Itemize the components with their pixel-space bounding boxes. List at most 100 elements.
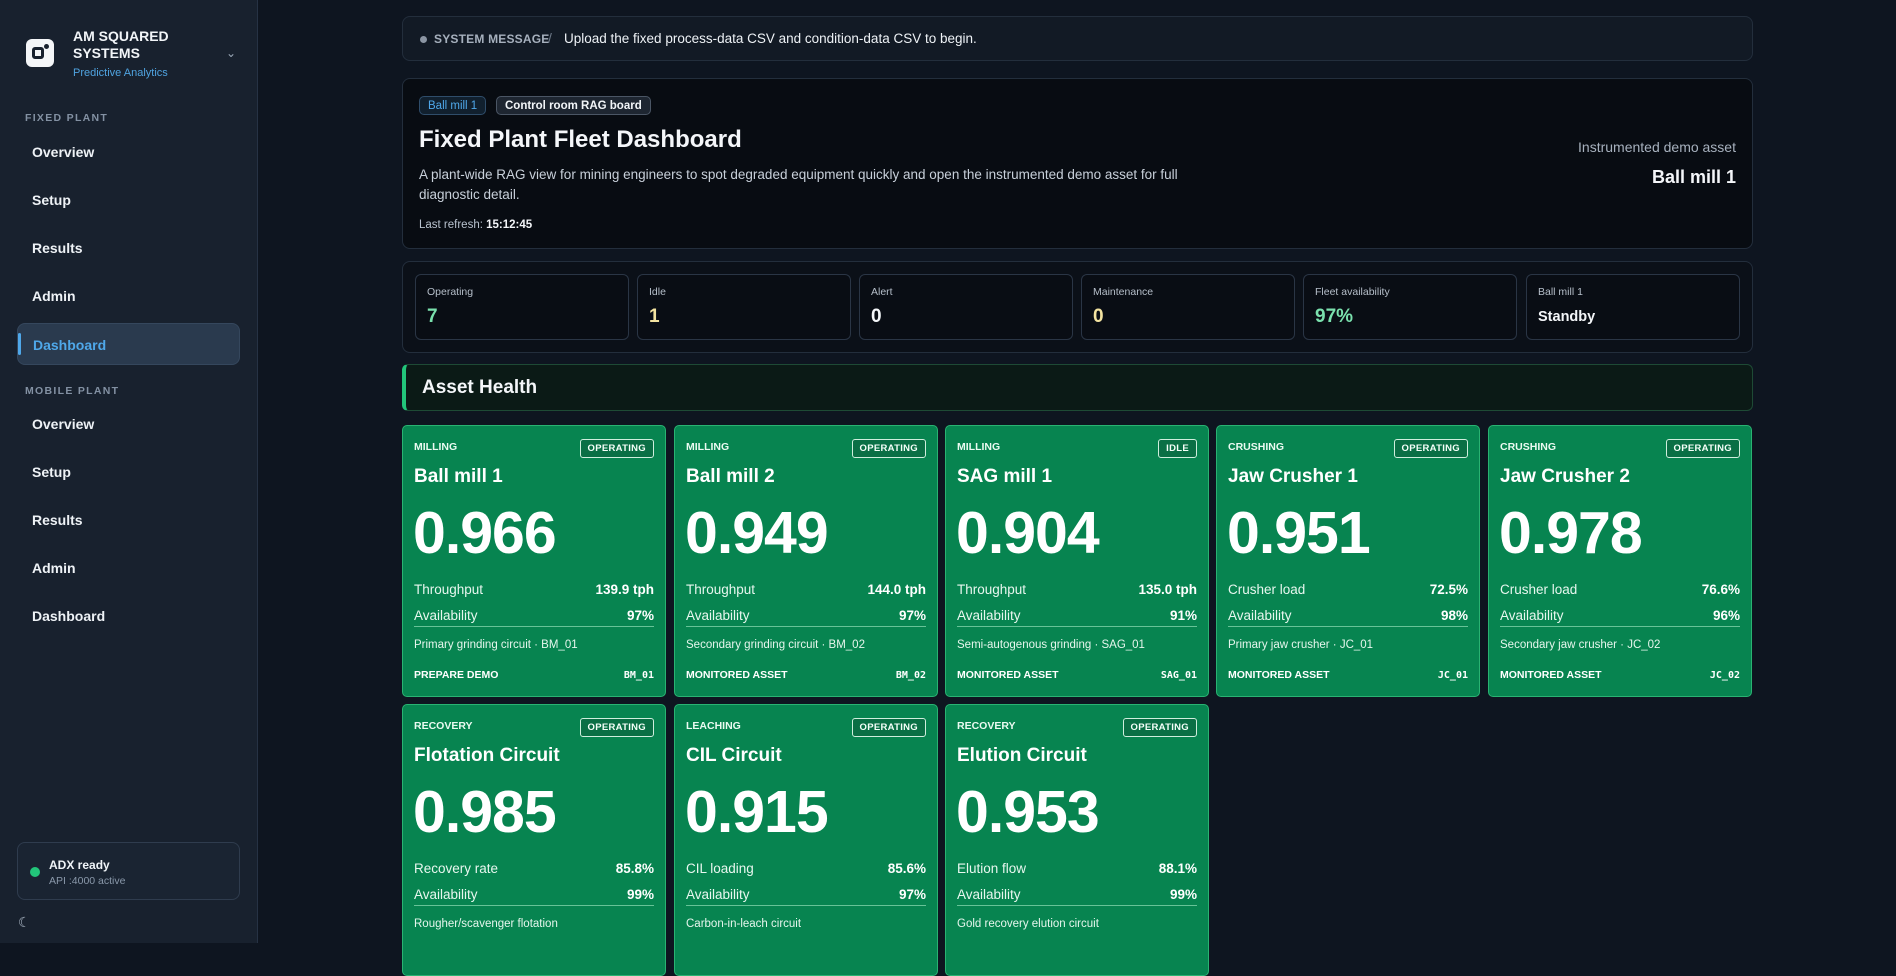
monitored-asset-label: MONITORED ASSET <box>957 669 1059 681</box>
metric-label: Throughput <box>686 582 756 597</box>
moon-icon[interactable]: ☾ <box>18 914 31 931</box>
asset-card-jaw-crusher-1[interactable]: CRUSHING OPERATING Jaw Crusher 1 0.951 C… <box>1216 425 1480 697</box>
status-badge: OPERATING <box>1122 718 1197 737</box>
nav-fixed-overview[interactable]: Overview <box>17 131 240 173</box>
nav-mobile-dashboard[interactable]: Dashboard <box>17 595 240 637</box>
status-title: ADX ready <box>49 858 110 872</box>
asset-card-ball-mill-2[interactable]: MILLING OPERATING Ball mill 2 0.949 Thro… <box>674 425 938 697</box>
asset-card-ball-mill-1[interactable]: MILLING OPERATING Ball mill 1 0.966 Thro… <box>402 425 666 697</box>
metric-value: 99% <box>1169 887 1197 902</box>
asset-card-jaw-crusher-2[interactable]: CRUSHING OPERATING Jaw Crusher 2 0.978 C… <box>1488 425 1752 697</box>
kpi-label: Maintenance <box>1093 286 1154 298</box>
metric-value: 72.5% <box>1429 582 1468 597</box>
status-badge: OPERATING <box>1665 439 1740 458</box>
metric-label: Availability <box>1228 608 1292 623</box>
asset-category: MILLING <box>686 441 730 453</box>
metric-label: Crusher load <box>1500 582 1578 597</box>
asset-card-flotation-circuit[interactable]: RECOVERY OPERATING Flotation Circuit 0.9… <box>402 704 666 976</box>
nav-mobile-setup[interactable]: Setup <box>17 451 240 493</box>
kpi-value: 0 <box>1093 306 1104 327</box>
board-chip[interactable]: Control room RAG board <box>496 96 651 115</box>
asset-category: MILLING <box>414 441 458 453</box>
divider <box>1228 626 1468 627</box>
metric-label: Throughput <box>957 582 1027 597</box>
asset-card-elution-circuit[interactable]: RECOVERY OPERATING Elution Circuit 0.953… <box>945 704 1209 976</box>
kpi-label: Alert <box>871 286 893 298</box>
nav-fixed-admin[interactable]: Admin <box>17 275 240 317</box>
metric-label: CIL loading <box>686 861 754 876</box>
demo-asset-value: Ball mill 1 <box>1651 167 1736 187</box>
monitored-asset-label: MONITORED ASSET <box>686 669 788 681</box>
health-score: 0.953 <box>956 779 1100 845</box>
metric-label: Elution flow <box>957 861 1027 876</box>
metric-value: 139.9 tph <box>595 582 654 597</box>
metric-label: Availability <box>1500 608 1564 623</box>
page-description: A plant-wide RAG view for mining enginee… <box>419 167 1178 202</box>
kpi-idle: Idle 1 <box>637 274 851 340</box>
nav-mobile-admin[interactable]: Admin <box>17 547 240 589</box>
asset-name: Elution Circuit <box>957 745 1087 766</box>
brand[interactable]: AM SQUARED SYSTEMS Predictive Analytics <box>26 28 183 79</box>
asset-name: Flotation Circuit <box>414 745 560 766</box>
health-score: 0.951 <box>1227 500 1371 566</box>
health-score: 0.966 <box>413 500 557 566</box>
prepare-demo-link[interactable]: PREPARE DEMO <box>414 669 498 681</box>
last-refresh-time: 15:12:45 <box>486 219 533 231</box>
divider <box>957 626 1197 627</box>
asset-name: Ball mill 1 <box>414 466 503 487</box>
asset-description: Secondary jaw crusher · JC_02 <box>1500 639 1661 651</box>
asset-code: BM_01 <box>623 670 654 681</box>
dot-icon <box>420 36 427 43</box>
health-score: 0.978 <box>1499 500 1643 566</box>
asset-name: Ball mill 2 <box>686 466 775 487</box>
metric-value: 85.8% <box>615 861 654 876</box>
asset-category: LEACHING <box>686 720 741 732</box>
nav-mobile-overview[interactable]: Overview <box>17 403 240 445</box>
asset-description: Secondary grinding circuit · BM_02 <box>686 639 865 651</box>
nav-fixed-setup[interactable]: Setup <box>17 179 240 221</box>
metric-value: 96% <box>1712 608 1740 623</box>
nav-fixed-results[interactable]: Results <box>17 227 240 269</box>
asset-card-cil-circuit[interactable]: LEACHING OPERATING CIL Circuit 0.915 CIL… <box>674 704 938 976</box>
metric-label: Availability <box>414 608 478 623</box>
kpi-label: Ball mill 1 <box>1538 286 1583 298</box>
asset-name: Jaw Crusher 2 <box>1500 466 1630 487</box>
api-status-box: ADX ready API :4000 active <box>17 842 240 900</box>
chevron-down-icon[interactable]: ⌄ <box>226 46 236 60</box>
asset-category: CRUSHING <box>1500 441 1557 453</box>
status-badge: OPERATING <box>579 718 654 737</box>
nav-mobile-results[interactable]: Results <box>17 499 240 541</box>
asset-chip[interactable]: Ball mill 1 <box>419 96 487 115</box>
section-label-fixed-plant: FIXED PLANT <box>25 112 109 124</box>
kpi-ball-mill-status: Ball mill 1 Standby <box>1526 274 1740 340</box>
metric-label: Availability <box>957 608 1021 623</box>
metric-label: Availability <box>686 608 750 623</box>
status-badge: OPERATING <box>1393 439 1468 458</box>
brand-subtitle: Predictive Analytics <box>73 67 168 79</box>
asset-card-sag-mill-1[interactable]: MILLING IDLE SAG mill 1 0.904 Throughput… <box>945 425 1209 697</box>
metric-label: Availability <box>957 887 1021 902</box>
kpi-operating: Operating 7 <box>415 274 629 340</box>
kpi-alert: Alert 0 <box>859 274 1073 340</box>
metric-value: 135.0 tph <box>1138 582 1197 597</box>
demo-asset-label: Instrumented demo asset <box>1578 139 1736 155</box>
divider <box>414 905 654 906</box>
health-score: 0.985 <box>413 779 557 845</box>
divider <box>957 905 1197 906</box>
asset-category: RECOVERY <box>957 720 1016 732</box>
status-badge: OPERATING <box>851 718 926 737</box>
health-score: 0.949 <box>685 500 829 566</box>
kpi-label: Fleet availability <box>1315 286 1390 298</box>
metric-value: 98% <box>1440 608 1468 623</box>
metric-value: 91% <box>1169 608 1197 623</box>
health-score: 0.915 <box>685 779 829 845</box>
metric-value: 97% <box>626 608 654 623</box>
asset-category: RECOVERY <box>414 720 473 732</box>
nav-fixed-dashboard[interactable]: Dashboard <box>17 323 240 365</box>
kpi-label: Operating <box>427 286 474 298</box>
metric-label: Recovery rate <box>414 861 499 876</box>
divider <box>686 905 926 906</box>
status-badge: OPERATING <box>851 439 926 458</box>
kpi-value: 1 <box>649 306 660 327</box>
page-title: Fixed Plant Fleet Dashboard <box>419 126 742 153</box>
